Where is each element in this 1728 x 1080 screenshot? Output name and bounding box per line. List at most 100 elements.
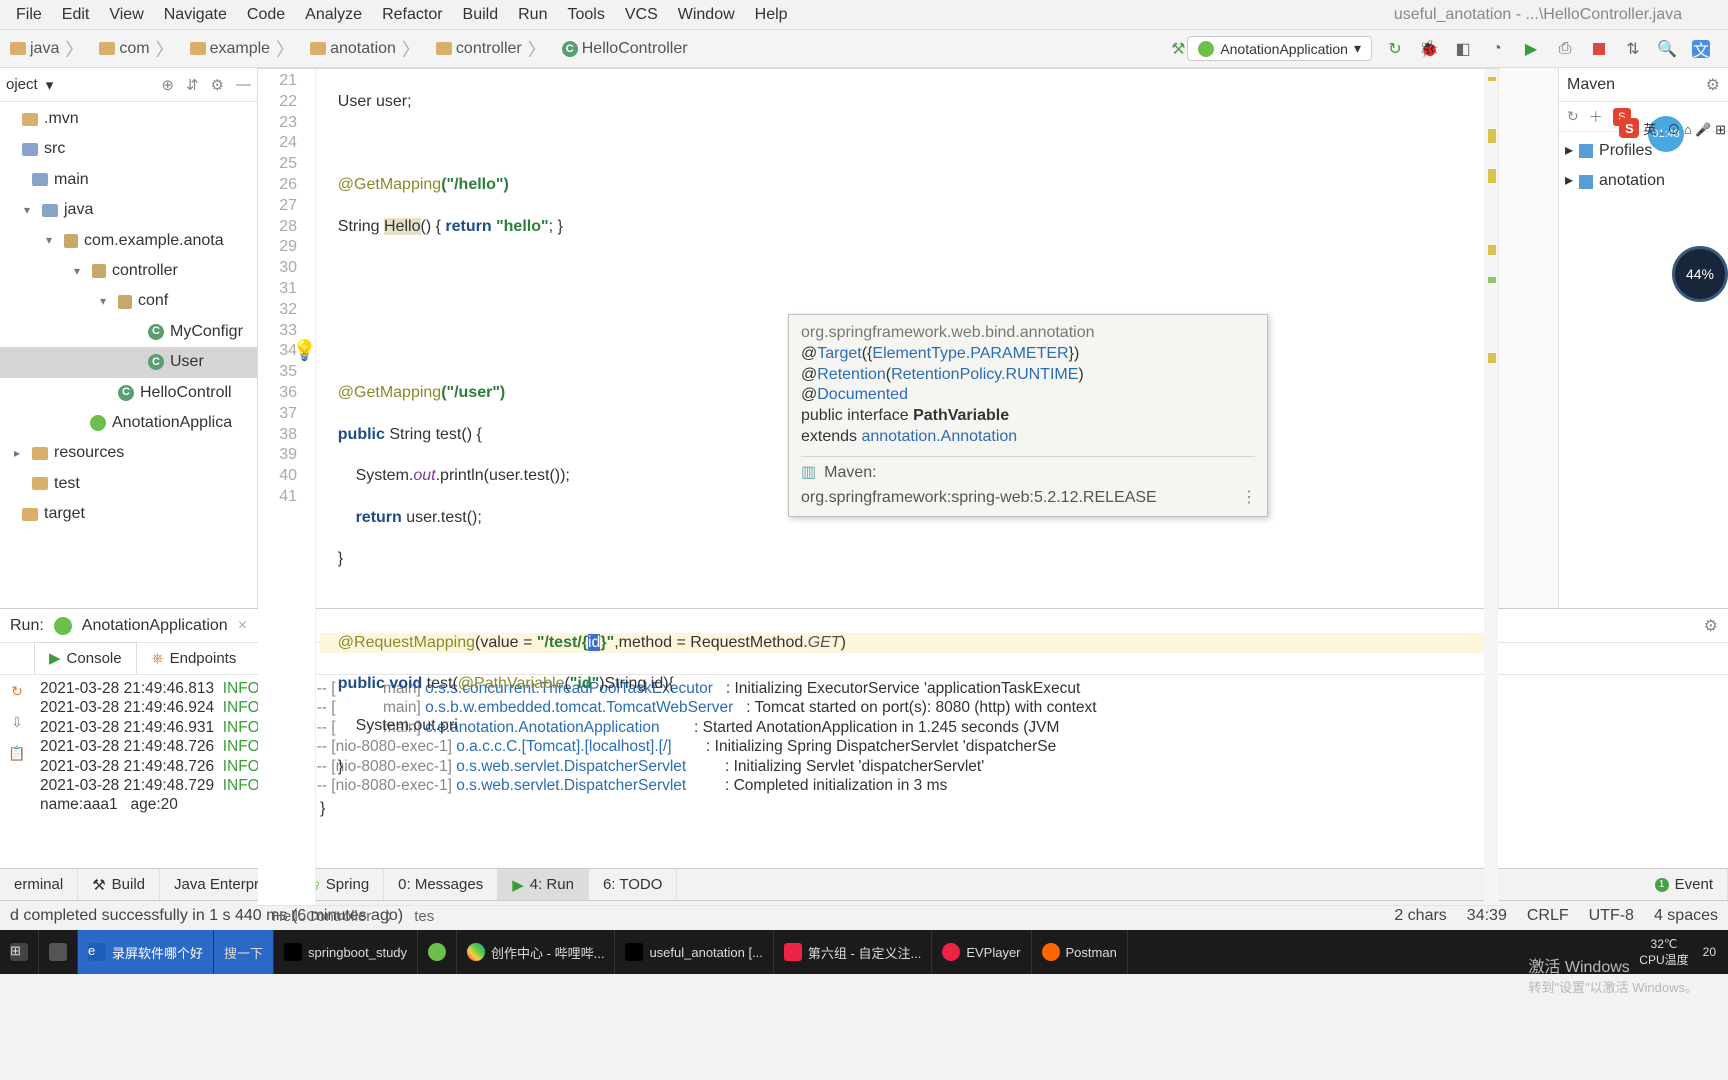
menu-edit[interactable]: Edit (52, 2, 100, 28)
menu-help[interactable]: Help (745, 2, 798, 28)
play-icon[interactable]: ▶ (1522, 40, 1540, 58)
status-encoding[interactable]: UTF-8 (1589, 907, 1634, 925)
gear-icon[interactable]: ⚙ (211, 76, 224, 94)
taskbar-app[interactable] (418, 930, 457, 974)
menu-navigate[interactable]: Navigate (154, 2, 237, 28)
minimap[interactable] (1498, 68, 1558, 608)
maven-project[interactable]: ▸anotation (1565, 166, 1722, 196)
project-header: oject▾ ⊕ ⇵ ⚙ — (0, 68, 257, 102)
tree-node[interactable]: ▾java (0, 195, 257, 225)
pkg-icon (118, 295, 132, 309)
debug-icon[interactable]: 🐞 (1420, 40, 1438, 58)
hammer-build-icon[interactable]: ⚒ (1169, 40, 1187, 58)
tool-event-log[interactable]: 1Event (1641, 869, 1728, 900)
collapse-icon[interactable]: ⇵ (186, 76, 199, 94)
target-icon[interactable]: ⊕ (161, 76, 174, 94)
folder-icon (32, 447, 48, 460)
folder-icon (99, 42, 115, 55)
restart-icon[interactable]: ↻ (11, 683, 23, 700)
update-icon[interactable]: ⇅ (1624, 40, 1642, 58)
tree-node[interactable]: AnotationApplica (0, 408, 257, 438)
filter-icon[interactable]: 📋 (8, 745, 25, 762)
tab-console[interactable]: ▶Console (34, 642, 137, 674)
chevron-down-icon[interactable]: ▾ (46, 76, 54, 94)
taskbar-start[interactable]: ⊞ (0, 930, 39, 974)
tree-node[interactable]: CMyConfigr (0, 317, 257, 347)
close-icon[interactable]: × (238, 617, 247, 635)
windows-taskbar: ⊞ e录屏软件哪个好 搜一下 springboot_study 创作中心 - 哔… (0, 930, 1728, 974)
menu-window[interactable]: Window (668, 2, 745, 28)
folder-icon (22, 508, 38, 521)
gear-icon[interactable]: ⚙ (1704, 616, 1718, 636)
menu-view[interactable]: View (99, 2, 153, 28)
status-eol[interactable]: CRLF (1527, 907, 1569, 925)
menu-tools[interactable]: Tools (557, 2, 614, 28)
maven-title: Maven (1567, 76, 1615, 94)
run-config-selector[interactable]: AnotationApplication ▾ (1187, 36, 1372, 61)
tab-endpoints[interactable]: ⎈Endpoints (137, 643, 252, 674)
attach-icon[interactable]: ⎙ (1556, 40, 1574, 58)
maven-icon: ▥ (801, 463, 816, 484)
tree-node[interactable]: ▾controller (0, 256, 257, 286)
stop-icon[interactable] (1590, 40, 1608, 58)
menu-code[interactable]: Code (237, 2, 295, 28)
class-icon: C (118, 385, 134, 401)
search-icon[interactable]: 🔍 (1658, 40, 1676, 58)
ime-bar[interactable]: S 英 , ⊙ ⌂ 🎤 ⊞ (1619, 118, 1726, 138)
profile-icon[interactable]: ◔ (1488, 40, 1506, 58)
menu-refactor[interactable]: Refactor (372, 2, 452, 28)
taskbar-browser[interactable]: 第六组 - 自定义注... (774, 930, 932, 974)
quickdoc-package: org.springframework.web.bind.annotation (801, 323, 1255, 344)
tree-node[interactable]: main (0, 165, 257, 195)
taskbar-intellij[interactable]: springboot_study (274, 930, 418, 974)
taskbar-search[interactable] (39, 930, 78, 974)
menu-file[interactable]: File (6, 2, 52, 28)
reload-icon[interactable]: ↻ (1567, 108, 1579, 125)
gear-icon[interactable]: ⚙ (1706, 75, 1720, 95)
taskbar-ie[interactable]: e录屏软件哪个好 (78, 930, 214, 974)
tree-node[interactable]: ▾conf (0, 286, 257, 316)
tree-node[interactable]: ▾com.example.anota (0, 226, 257, 256)
quick-doc-popup[interactable]: org.springframework.web.bind.annotation … (788, 314, 1268, 517)
class-icon: C (148, 354, 164, 370)
tool-build[interactable]: ⚒Build (78, 869, 160, 900)
plus-icon[interactable]: ＋ (1589, 107, 1603, 127)
folder-src-icon (22, 143, 38, 156)
error-stripe[interactable] (1484, 69, 1498, 905)
menu-vcs[interactable]: VCS (615, 2, 668, 28)
menu-build[interactable]: Build (453, 2, 509, 28)
tree-node[interactable]: ▸resources (0, 438, 257, 468)
taskbar-evplayer[interactable]: EVPlayer (932, 930, 1031, 974)
menu-run[interactable]: Run (508, 2, 557, 28)
translate-icon[interactable]: 文 (1692, 40, 1710, 58)
taskbar-intellij-2[interactable]: useful_anotation [... (615, 930, 773, 974)
tool-terminal[interactable]: erminal (0, 869, 78, 900)
maven-profiles[interactable]: ▸Profiles (1565, 136, 1722, 166)
tree-node[interactable]: CHelloControll (0, 378, 257, 408)
taskbar-chrome[interactable]: 创作中心 - 哔哩哔... (457, 930, 615, 974)
down-icon[interactable]: ⇩ (11, 714, 23, 731)
tree-node[interactable]: target (0, 499, 257, 529)
bulb-icon[interactable]: 💡 (292, 338, 317, 364)
project-tree[interactable]: .mvnsrcmain▾java▾com.example.anota▾contr… (0, 102, 257, 608)
tree-node[interactable]: CUser (0, 347, 257, 377)
coverage-icon[interactable]: ◧ (1454, 40, 1472, 58)
tree-node[interactable]: .mvn (0, 104, 257, 134)
status-indent[interactable]: 4 spaces (1654, 907, 1718, 925)
menu-analyze[interactable]: Analyze (295, 2, 372, 28)
editor-breadcrumb[interactable]: HelloController〉tes (258, 905, 1498, 927)
run-icon[interactable]: ↻ (1386, 40, 1404, 58)
more-icon[interactable]: ⋮ (1241, 488, 1257, 509)
module-icon (1579, 175, 1593, 189)
tree-node[interactable]: src (0, 134, 257, 164)
pkg-icon (64, 234, 78, 248)
spring-icon (54, 617, 72, 635)
run-config-name: AnotationApplication (82, 617, 228, 635)
gutter[interactable]: 2122232425262728293031323334353637383940… (258, 69, 316, 905)
breadcrumb[interactable]: java〉 com〉 example〉 anotation〉 controlle… (4, 34, 694, 64)
taskbar-postman[interactable]: Postman (1032, 930, 1128, 974)
taskbar-search-btn[interactable]: 搜一下 (214, 930, 274, 974)
folder-icon (10, 42, 26, 55)
tree-node[interactable]: test (0, 469, 257, 499)
hide-icon[interactable]: — (236, 76, 251, 94)
